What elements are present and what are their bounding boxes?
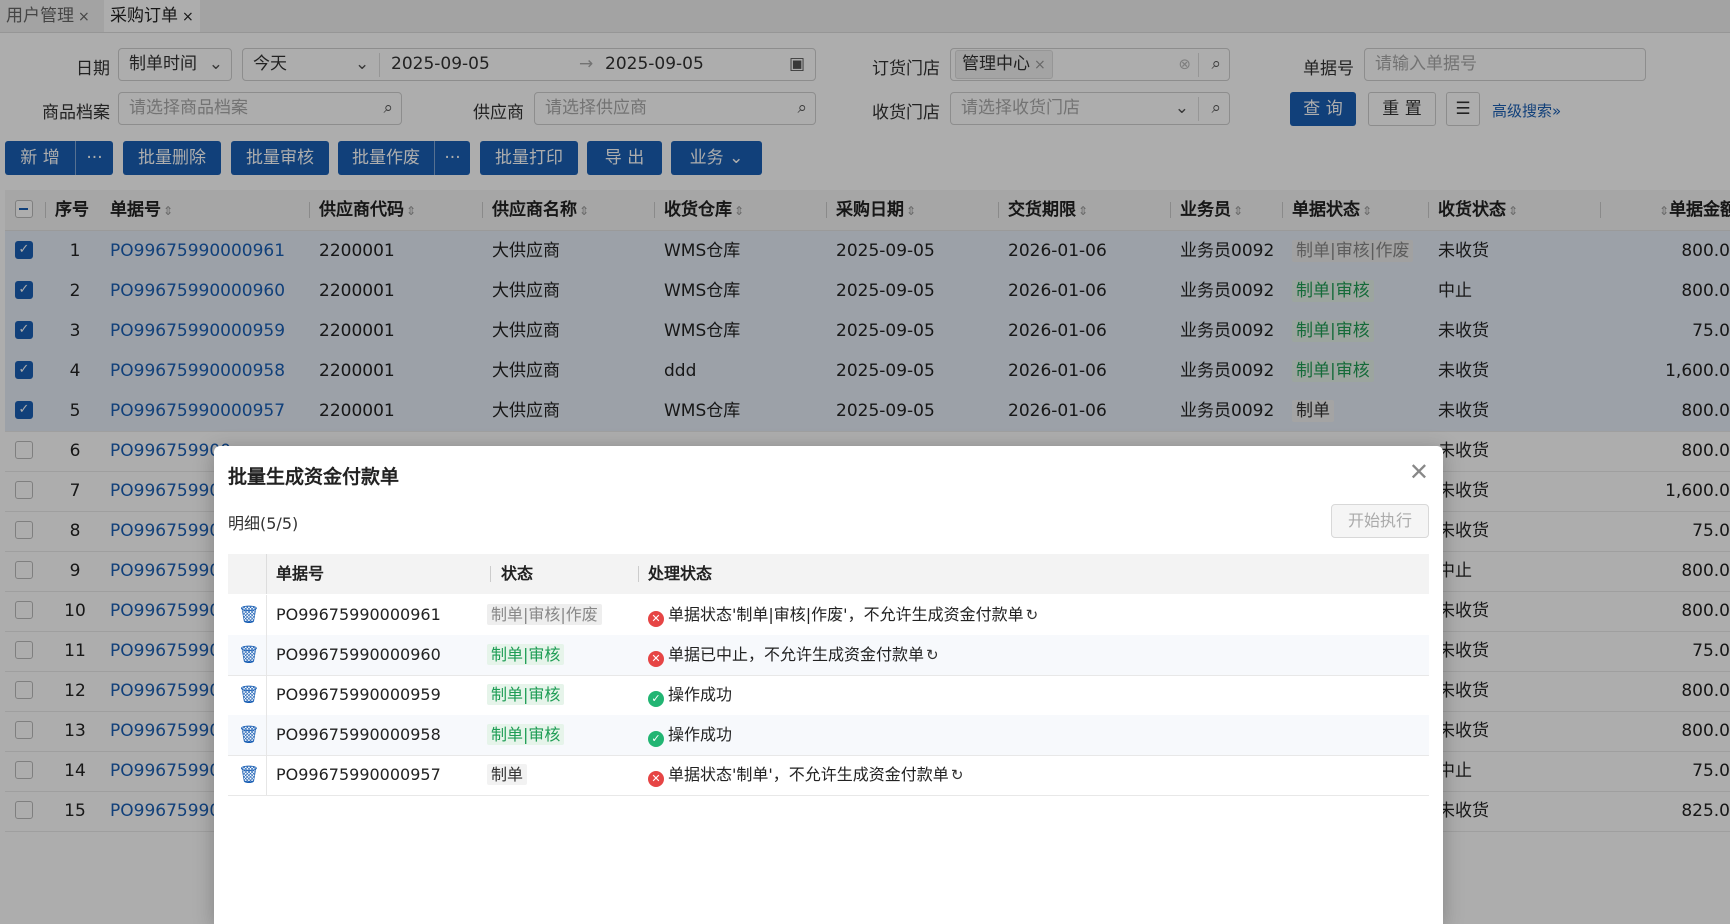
- modal-row-status-badge: 制单|审核: [487, 684, 565, 705]
- start-execute-button[interactable]: 开始执行: [1331, 504, 1429, 538]
- delete-icon[interactable]: 🗑: [238, 675, 260, 715]
- modal-row-doc-no: PO99675990000960: [276, 645, 441, 664]
- modal-table-row: 🗑 PO99675990000959 制单|审核 ✓ 操作成功: [228, 675, 1429, 716]
- column-divider: [638, 566, 639, 582]
- modal-table-row: 🗑 PO99675990000958 制单|审核 ✓ 操作成功: [228, 715, 1429, 756]
- modal-row-status-badge: 制单|审核: [487, 724, 565, 745]
- column-divider: [266, 755, 267, 795]
- batch-payment-modal: 批量生成资金付款单 ✕ 明细(5/5) 开始执行 单据号 状态 处理状态 🗑 PO…: [214, 446, 1443, 924]
- col-status: 状态: [501, 564, 534, 583]
- modal-row-process: ✓ 操作成功: [648, 715, 732, 755]
- retry-icon[interactable]: ↻: [1026, 606, 1039, 624]
- error-icon: ✕: [648, 651, 664, 667]
- delete-icon[interactable]: 🗑: [238, 715, 260, 755]
- modal-table-row: 🗑 PO99675990000960 制单|审核 ✕ 单据已中止，不允许生成资金付款单 ↻: [228, 635, 1429, 676]
- retry-icon[interactable]: ↻: [951, 766, 964, 784]
- success-icon: ✓: [648, 691, 664, 707]
- retry-icon[interactable]: ↻: [926, 646, 939, 664]
- success-icon: ✓: [648, 731, 664, 747]
- error-icon: ✕: [648, 771, 664, 787]
- modal-row-doc-no: PO99675990000959: [276, 685, 441, 704]
- modal-row-status-badge: 制单|审核: [487, 644, 565, 665]
- modal-table-row: 🗑 PO99675990000957 制单 ✕ 单据状态'制单'，不允许生成资金付款单 ↻: [228, 755, 1429, 796]
- column-divider: [266, 554, 267, 594]
- modal-row-process: ✕ 单据状态'制单'，不允许生成资金付款单 ↻: [648, 755, 963, 795]
- modal-detail-count: 明细(5/5): [228, 514, 299, 533]
- modal-row-doc-no: PO99675990000957: [276, 765, 441, 784]
- modal-title: 批量生成资金付款单: [228, 466, 400, 488]
- process-message: 操作成功: [668, 685, 733, 704]
- close-icon[interactable]: ✕: [1409, 458, 1429, 486]
- delete-icon[interactable]: 🗑: [238, 635, 260, 675]
- delete-icon[interactable]: 🗑: [238, 755, 260, 795]
- modal-row-process: ✓ 操作成功: [648, 675, 732, 715]
- process-message: 单据状态'制单'，不允许生成资金付款单: [668, 765, 949, 784]
- column-divider: [266, 715, 267, 755]
- modal-row-status-badge: 制单|审核|作废: [487, 604, 602, 625]
- error-icon: ✕: [648, 611, 664, 627]
- col-process-status: 处理状态: [648, 564, 713, 583]
- modal-row-process: ✕ 单据状态'制单|审核|作废'，不允许生成资金付款单 ↻: [648, 595, 1038, 635]
- modal-row-doc-no: PO99675990000958: [276, 725, 441, 744]
- process-message: 单据状态'制单|审核|作废'，不允许生成资金付款单: [668, 605, 1024, 624]
- modal-row-status-badge: 制单: [487, 764, 528, 785]
- modal-row-doc-no: PO99675990000961: [276, 605, 441, 624]
- modal-table-header: 单据号 状态 处理状态: [228, 554, 1429, 594]
- process-message: 单据已中止，不允许生成资金付款单: [668, 645, 925, 664]
- delete-icon[interactable]: 🗑: [238, 595, 260, 635]
- modal-row-process: ✕ 单据已中止，不允许生成资金付款单 ↻: [648, 635, 939, 675]
- modal-table-row: 🗑 PO99675990000961 制单|审核|作废 ✕ 单据状态'制单|审核|作废'…: [228, 595, 1429, 636]
- process-message: 操作成功: [668, 725, 733, 744]
- column-divider: [490, 566, 491, 582]
- column-divider: [266, 595, 267, 635]
- column-divider: [266, 635, 267, 675]
- column-divider: [266, 675, 267, 715]
- col-doc-no: 单据号: [276, 564, 325, 583]
